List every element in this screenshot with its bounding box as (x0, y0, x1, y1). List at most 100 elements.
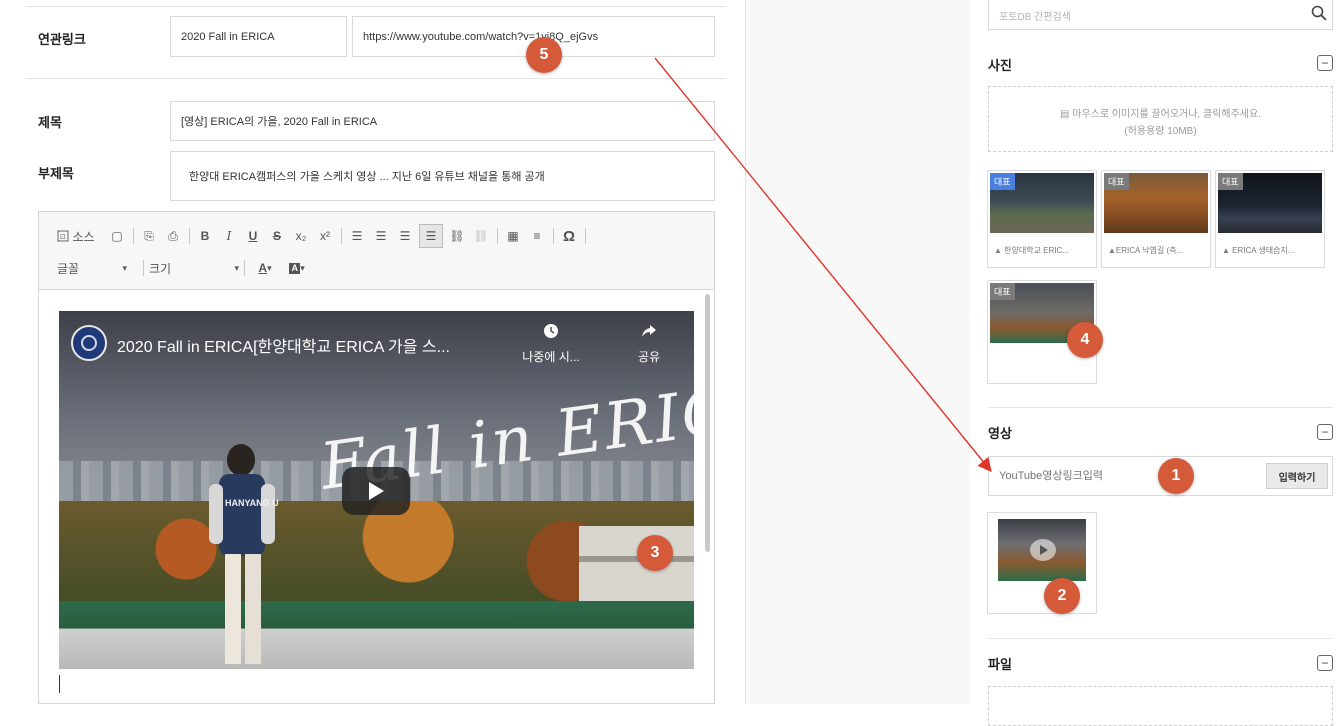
subtitle-label: 부제목 (38, 166, 74, 181)
media-sidebar: 포토DB 간편검색 사진 − ▤ 마우스로 이미지를 끌어오거나, 클릭해주세요… (970, 0, 1341, 726)
source-button[interactable]: ⊡ 소스 (53, 226, 99, 246)
link-icon[interactable]: ⛓ (447, 226, 467, 246)
subscript-button[interactable]: x₂ (291, 226, 311, 246)
text-color-button[interactable]: A ▾ (251, 258, 279, 278)
photo-dropzone[interactable]: ▤ 마우스로 이미지를 끌어오거나, 클릭해주세요. (허용용량 10MB) (988, 86, 1333, 152)
file-collapse-button[interactable]: − (1317, 655, 1333, 671)
youtube-submit-button[interactable]: 입력하기 (1266, 463, 1328, 489)
clock-icon (544, 324, 558, 338)
source-icon: ⊡ (57, 230, 69, 242)
callout-4: 4 (1067, 322, 1103, 358)
share-label: 공유 (637, 350, 661, 364)
photo-caption: ▲ ERICA 생태습지... (1222, 246, 1295, 255)
video-frame-person: HANYANG UNIV (209, 444, 279, 664)
article-editor-panel: 연관링크 2020 Fall in ERICA https://www.yout… (0, 0, 746, 704)
toolbar-separator (143, 260, 144, 276)
divider (26, 6, 726, 7)
file-section-title: 파일 (988, 657, 1012, 672)
strikethrough-button[interactable]: S (267, 226, 287, 246)
photo-search-box[interactable]: 포토DB 간편검색 (988, 0, 1333, 30)
background-color-button[interactable]: A ▾ (283, 258, 311, 278)
youtube-link-input[interactable] (989, 457, 1259, 495)
toolbar-separator (244, 260, 245, 276)
title-label: 제목 (38, 115, 62, 130)
watch-later-button[interactable]: 나중에 시... (521, 323, 581, 365)
photo-collapse-button[interactable]: − (1317, 55, 1333, 71)
video-thumb[interactable] (987, 512, 1097, 614)
share-icon (642, 325, 656, 337)
photo-search-placeholder: 포토DB 간편검색 (999, 12, 1071, 23)
file-dropzone[interactable] (988, 686, 1333, 726)
video-title[interactable]: 2020 Fall in ERICA[한양대학교 ERICA 가을 스... (117, 333, 450, 357)
svg-text:⊡: ⊡ (60, 233, 66, 241)
divider (26, 78, 726, 79)
photo-thumb[interactable]: 대표 ▲ 한양대학교 ERIC... (987, 170, 1097, 268)
thumbnail-badge: 대표 (1104, 173, 1129, 190)
callout-3: 3 (637, 535, 673, 571)
callout-5: 5 (526, 37, 562, 73)
video-frame-roof (59, 601, 694, 669)
photo-thumb[interactable]: 대표 ▲ERICA 낙엽길 (측... (1101, 170, 1211, 268)
font-dropdown-label: 글꼴 (57, 261, 80, 276)
toolbar-separator (133, 228, 134, 244)
toolbar-separator (585, 228, 586, 244)
editor-content-area[interactable]: HANYANG UNIV 2020 Fall in ERICA[한양대학교 ER… (39, 289, 714, 703)
align-left-icon[interactable]: ☰ (347, 226, 367, 246)
related-link-name-input[interactable]: 2020 Fall in ERICA (170, 16, 347, 57)
paste-text-icon[interactable]: ⎘ (139, 226, 159, 246)
callout-2: 2 (1044, 578, 1080, 614)
unlink-icon[interactable]: ⛓ (471, 226, 491, 246)
editor-scrollbar[interactable] (705, 294, 710, 552)
channel-logo[interactable] (71, 325, 107, 361)
photo-caption: ▲ 한양대학교 ERIC... (994, 246, 1069, 255)
align-right-icon[interactable]: ☰ (395, 226, 415, 246)
toolbar-separator (553, 228, 554, 244)
chevron-down-icon: ▾ (234, 262, 239, 273)
toolbar-separator (341, 228, 342, 244)
special-char-button[interactable]: Ω (559, 226, 579, 246)
superscript-button[interactable]: x² (315, 226, 335, 246)
font-dropdown[interactable]: 글꼴 ▾ (57, 258, 127, 278)
source-label: 소스 (72, 229, 95, 244)
new-page-icon[interactable]: ▢ (107, 226, 127, 246)
photo-section-title: 사진 (988, 58, 1012, 73)
chevron-down-icon: ▾ (122, 262, 127, 273)
rich-text-editor: ⊡ 소스 ▢ ⎘ ⎙ B I U S x₂ x² ☰ ☰ ☰ ☰ ⛓ ⛓ ▦ ≡… (38, 211, 715, 704)
table-icon[interactable]: ▦ (503, 226, 523, 246)
subtitle-textarea[interactable]: 한양대 ERICA캠퍼스의 가을 스케치 영상 ... 지난 6일 유튜브 채널… (170, 151, 715, 201)
image-icon: ▤ (1060, 109, 1070, 120)
search-icon[interactable] (1311, 5, 1327, 21)
play-button[interactable] (342, 467, 410, 515)
divider (988, 407, 1333, 408)
panel-gap (746, 0, 971, 704)
underline-button[interactable]: U (243, 226, 263, 246)
thumbnail-badge: 대표 (1218, 173, 1243, 190)
divider (988, 638, 1333, 639)
share-button[interactable]: 공유 (629, 323, 669, 365)
play-icon (369, 482, 384, 500)
watch-later-label: 나중에 시... (522, 350, 580, 364)
dropzone-line1: 마우스로 이미지를 끌어오거나, 클릭해주세요. (1072, 109, 1261, 120)
editor-toolbar: ⊡ 소스 ▢ ⎘ ⎙ B I U S x₂ x² ☰ ☰ ☰ ☰ ⛓ ⛓ ▦ ≡… (39, 212, 714, 290)
title-input[interactable]: [영상] ERICA의 가을, 2020 Fall in ERICA (170, 101, 715, 141)
align-justify-icon[interactable]: ☰ (419, 224, 443, 248)
italic-button[interactable]: I (219, 226, 239, 246)
youtube-embed[interactable]: HANYANG UNIV 2020 Fall in ERICA[한양대학교 ER… (59, 311, 694, 669)
text-cursor (59, 675, 60, 693)
horizontal-rule-icon[interactable]: ≡ (527, 226, 547, 246)
thumbnail-badge: 대표 (990, 283, 1015, 300)
related-link-label: 연관링크 (38, 32, 86, 47)
photo-caption: ▲ERICA 낙엽길 (측... (1108, 246, 1184, 255)
play-icon (1030, 539, 1056, 561)
jacket-text: HANYANG UNIV (225, 498, 279, 508)
callout-1: 1 (1158, 458, 1194, 494)
dropzone-line2: (허용용량 10MB) (1124, 126, 1197, 137)
size-dropdown-label: 크기 (149, 261, 172, 276)
video-collapse-button[interactable]: − (1317, 424, 1333, 440)
photo-thumb[interactable]: 대표 ▲ ERICA 생태습지... (1215, 170, 1325, 268)
toolbar-separator (497, 228, 498, 244)
paste-word-icon[interactable]: ⎙ (163, 226, 183, 246)
bold-button[interactable]: B (195, 226, 215, 246)
size-dropdown[interactable]: 크기 ▾ (149, 258, 239, 278)
align-center-icon[interactable]: ☰ (371, 226, 391, 246)
